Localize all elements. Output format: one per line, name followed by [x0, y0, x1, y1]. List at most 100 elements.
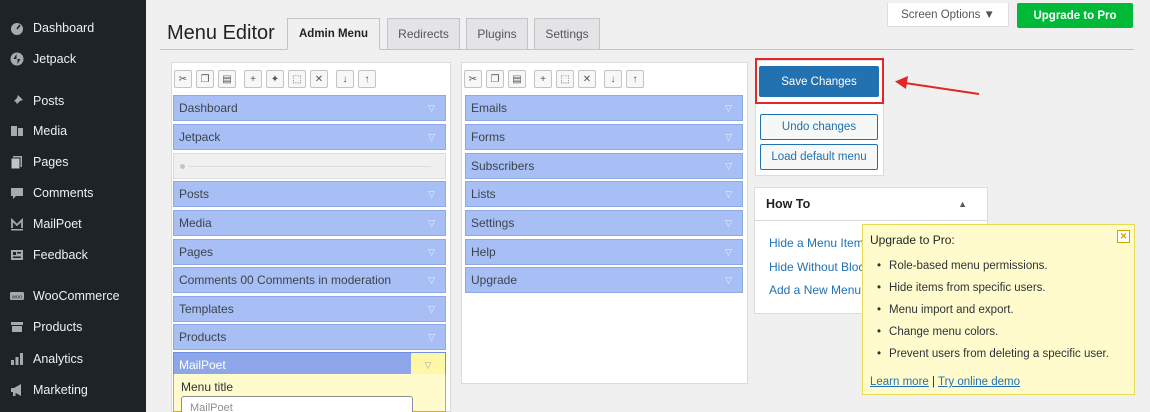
upgrade-to-pro-button[interactable]: Upgrade to Pro	[1017, 3, 1133, 28]
dashboard-icon	[9, 20, 25, 36]
load-default-menu-button[interactable]: Load default menu	[760, 144, 878, 170]
sidebar-item-woocommerce[interactable]: woo WooCommerce	[0, 282, 146, 310]
sidebar-item-dashboard[interactable]: Dashboard	[0, 14, 146, 42]
how-to-header[interactable]: How To ▲	[755, 188, 987, 221]
new-menu-icon[interactable]: +	[244, 70, 262, 88]
save-changes-button[interactable]: Save Changes	[759, 66, 879, 97]
cut-icon[interactable]: ✂	[464, 70, 482, 88]
menu-item-dashboard[interactable]: Dashboard ▽	[173, 95, 446, 121]
submenu-item-lists[interactable]: Lists ▽	[465, 181, 743, 207]
expand-arrow-icon[interactable]: ▽	[428, 247, 435, 258]
sort-descending-icon[interactable]: ↑	[358, 70, 376, 88]
paste-icon[interactable]: ▤	[218, 70, 236, 88]
annotation-arrow-icon	[895, 76, 980, 95]
comment-icon	[9, 185, 25, 201]
feedback-icon	[9, 247, 25, 263]
expand-arrow-icon[interactable]: ▽	[428, 103, 435, 114]
tab-admin-menu[interactable]: Admin Menu	[287, 18, 380, 50]
tab-settings[interactable]: Settings	[534, 18, 600, 50]
analytics-icon	[9, 351, 25, 367]
pages-icon	[9, 154, 25, 170]
expand-arrow-icon[interactable]: ▽	[725, 103, 732, 114]
tab-redirects[interactable]: Redirects	[387, 18, 460, 50]
sidebar-item-label: Feedback	[33, 248, 88, 262]
cut-icon[interactable]: ✂	[174, 70, 192, 88]
sidebar-item-jetpack[interactable]: Jetpack	[0, 45, 146, 73]
how-to-link[interactable]: Add a New Menu	[769, 283, 861, 297]
hide-icon[interactable]: ⬚	[288, 70, 306, 88]
expand-arrow-icon[interactable]: ▽	[428, 275, 435, 286]
how-to-link[interactable]: Hide a Menu Item	[769, 236, 864, 250]
submenu-item-help[interactable]: Help ▽	[465, 239, 743, 265]
learn-more-link[interactable]: Learn more	[870, 376, 929, 388]
sidebar-item-analytics[interactable]: Analytics	[0, 345, 146, 373]
menu-item-jetpack[interactable]: Jetpack ▽	[173, 124, 446, 150]
sort-ascending-icon[interactable]: ↓	[604, 70, 622, 88]
menu-item-pages[interactable]: Pages ▽	[173, 239, 446, 265]
menu-separator[interactable]	[173, 153, 446, 179]
how-to-link[interactable]: Hide Without Bloc	[769, 260, 864, 274]
expand-arrow-icon[interactable]: ▽	[428, 189, 435, 200]
expand-arrow-icon[interactable]: ▽	[428, 218, 435, 229]
menu-title-input[interactable]	[181, 396, 413, 412]
copy-icon[interactable]: ❐	[196, 70, 214, 88]
menu-item-editor: Menu title	[173, 374, 446, 412]
admin-sidebar: Dashboard Jetpack Posts Media Pages Comm…	[0, 0, 146, 412]
expand-arrow-icon[interactable]: ▽	[725, 189, 732, 200]
tooltip-feature: Role-based menu permissions.	[877, 260, 1048, 272]
media-icon	[9, 123, 25, 139]
tooltip-feature: Hide items from specific users.	[877, 282, 1046, 294]
sidebar-item-label: Posts	[33, 94, 65, 108]
expand-arrow-icon[interactable]: ▽	[725, 161, 732, 172]
tooltip-links: Learn more | Try online demo	[870, 376, 1021, 388]
submenu-item-emails[interactable]: Emails ▽	[465, 95, 743, 121]
sidebar-item-comments[interactable]: Comments	[0, 179, 146, 207]
delete-icon[interactable]: ✕	[310, 70, 328, 88]
submenu-item-subscribers[interactable]: Subscribers ▽	[465, 153, 743, 179]
copy-icon[interactable]: ❐	[486, 70, 504, 88]
sidebar-item-pages[interactable]: Pages	[0, 148, 146, 176]
delete-icon[interactable]: ✕	[578, 70, 596, 88]
expand-arrow-icon[interactable]: ▽	[725, 132, 732, 143]
submenu-item-settings[interactable]: Settings ▽	[465, 210, 743, 236]
menu-item-posts[interactable]: Posts ▽	[173, 181, 446, 207]
tab-plugins[interactable]: Plugins	[466, 18, 528, 50]
sidebar-item-feedback[interactable]: Feedback	[0, 241, 146, 269]
how-to-title: How To	[766, 197, 811, 211]
megaphone-icon	[9, 382, 25, 398]
collapse-triangle-icon[interactable]: ▲	[958, 199, 967, 209]
sidebar-item-marketing[interactable]: Marketing	[0, 376, 146, 404]
tooltip-feature: Change menu colors.	[877, 326, 998, 338]
sort-descending-icon[interactable]: ↑	[626, 70, 644, 88]
menu-item-products[interactable]: Products ▽	[173, 324, 446, 350]
expand-arrow-icon[interactable]: ▽	[428, 304, 435, 315]
try-online-demo-link[interactable]: Try online demo	[938, 376, 1020, 388]
menu-item-templates[interactable]: Templates ▽	[173, 296, 446, 322]
submenu-item-upgrade[interactable]: Upgrade ▽	[465, 267, 743, 293]
expand-arrow-icon[interactable]: ▽	[725, 247, 732, 258]
sidebar-item-label: Pages	[33, 155, 69, 169]
sidebar-item-media[interactable]: Media	[0, 117, 146, 145]
products-icon	[9, 319, 25, 335]
expand-arrow-icon[interactable]: ▽	[725, 218, 732, 229]
sort-ascending-icon[interactable]: ↓	[336, 70, 354, 88]
woo-icon: woo	[9, 288, 25, 304]
close-icon[interactable]: ✕	[1117, 230, 1130, 243]
expand-arrow-icon[interactable]: ▽	[428, 332, 435, 343]
expand-arrow-icon[interactable]: ▽	[725, 275, 732, 286]
mailpoet-icon	[9, 216, 25, 232]
screen-options-button[interactable]: Screen Options ▼	[887, 3, 1009, 27]
sidebar-item-posts[interactable]: Posts	[0, 87, 146, 115]
sidebar-item-products[interactable]: Products	[0, 313, 146, 341]
submenu-item-forms[interactable]: Forms ▽	[465, 124, 743, 150]
menu-item-comments[interactable]: Comments 00 Comments in moderation ▽	[173, 267, 446, 293]
expand-arrow-icon[interactable]: ▽	[428, 132, 435, 143]
new-menu-icon[interactable]: +	[534, 70, 552, 88]
undo-changes-button[interactable]: Undo changes	[760, 114, 878, 140]
new-separator-icon[interactable]: ✦	[266, 70, 284, 88]
menu-item-media[interactable]: Media ▽	[173, 210, 446, 236]
tooltip-title: Upgrade to Pro:	[870, 233, 955, 247]
sidebar-item-mailpoet[interactable]: MailPoet	[0, 210, 146, 238]
hide-icon[interactable]: ⬚	[556, 70, 574, 88]
paste-icon[interactable]: ▤	[508, 70, 526, 88]
